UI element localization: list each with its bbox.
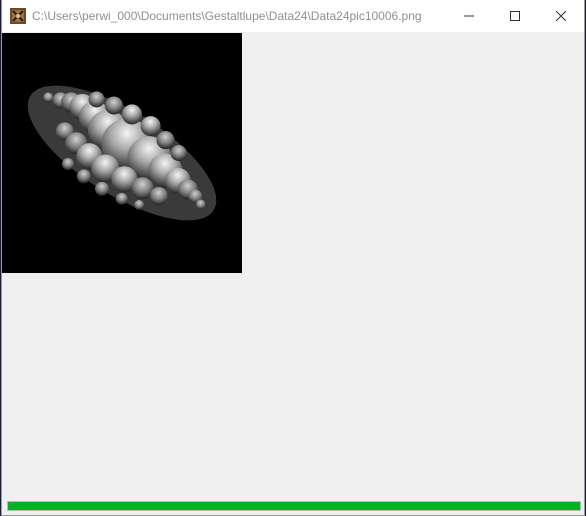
close-button[interactable] [538,0,584,32]
maximize-icon [510,11,520,21]
fractal-render [27,85,217,221]
minimize-button[interactable] [446,0,492,32]
close-icon [556,11,566,21]
window-title: C:\Users\perwi_000\Documents\Gestaltlupe… [32,9,422,23]
app-window: C:\Users\perwi_000\Documents\Gestaltlupe… [1,0,585,516]
maximize-button[interactable] [492,0,538,32]
minimize-icon [464,15,474,17]
title-bar[interactable]: C:\Users\perwi_000\Documents\Gestaltlupe… [2,0,584,32]
progress-bar [7,501,581,511]
window-controls [446,0,584,32]
progress-fill [8,502,580,510]
fractal-image [2,33,242,273]
app-icon[interactable] [10,8,26,24]
